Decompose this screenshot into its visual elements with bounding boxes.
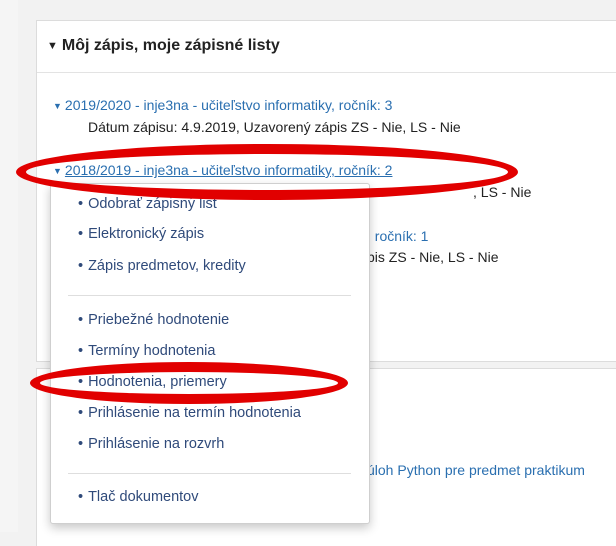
enrollment-detail: Dátum zápisu: 4.9.2019, Uzavorený zápis … bbox=[88, 119, 461, 135]
enrollment-entry[interactable]: ▼ 2018/2019 - inje3na - učiteľstvo inform… bbox=[53, 162, 392, 178]
enrollment-detail-partial: pis ZS - Nie, LS - Nie bbox=[367, 249, 499, 265]
bullet-icon: • bbox=[78, 196, 84, 212]
bullet-icon: • bbox=[78, 374, 84, 390]
bullet-icon: • bbox=[78, 343, 84, 359]
menu-item-odobrat-zapisny-list[interactable]: • Odobrať zápisný list bbox=[78, 196, 217, 212]
enrollment-dropdown-menu: • Odobrať zápisný list • Elektronický zápi… bbox=[50, 183, 370, 524]
enrollment-detail-partial: , LS - Nie bbox=[473, 184, 532, 200]
enrollment-entry[interactable]: ▼ 2019/2020 - inje3na - učiteľstvo inform… bbox=[53, 97, 392, 113]
menu-item-elektronicky-zapis[interactable]: • Elektronický zápis bbox=[78, 226, 204, 242]
enrollment-link-2018-2019[interactable]: 2018/2019 - inje3na - učiteľstvo informa… bbox=[65, 162, 393, 178]
menu-item-label: Hodnotenia, priemery bbox=[88, 374, 227, 390]
menu-divider bbox=[68, 473, 351, 474]
menu-item-hodnotenia-priemery[interactable]: • Hodnotenia, priemery bbox=[78, 374, 227, 390]
menu-item-label: Prihlásenie na termín hodnotenia bbox=[88, 405, 301, 421]
enrollment-link-2019-2020[interactable]: 2019/2020 - inje3na - učiteľstvo informa… bbox=[65, 97, 393, 113]
menu-item-label: Prihlásenie na rozvrh bbox=[88, 436, 225, 452]
enrollment-entry-partial[interactable]: , ročník: 1 bbox=[367, 228, 428, 244]
menu-item-label: Elektronický zápis bbox=[88, 226, 205, 242]
menu-item-label: Priebežné hodnotenie bbox=[88, 312, 230, 328]
menu-item-priebezne-hodnotenie[interactable]: • Priebežné hodnotenie bbox=[78, 312, 229, 328]
menu-item-terminy-hodnotenia[interactable]: • Termíny hodnotenia bbox=[78, 343, 215, 359]
left-sidebar-strip bbox=[0, 0, 18, 532]
menu-divider bbox=[68, 295, 351, 296]
bullet-icon: • bbox=[78, 489, 84, 505]
bullet-icon: • bbox=[78, 258, 84, 274]
expand-triangle-icon[interactable]: ▼ bbox=[53, 166, 62, 176]
menu-item-zapis-predmetov[interactable]: • Zápis predmetov, kredity bbox=[78, 258, 246, 274]
bullet-icon: • bbox=[78, 405, 84, 421]
menu-item-prihlasenie-na-rozvrh[interactable]: • Prihlásenie na rozvrh bbox=[78, 436, 224, 452]
bullet-icon: • bbox=[78, 312, 84, 328]
menu-item-prihlasenie-na-termin[interactable]: • Prihlásenie na termín hodnotenia bbox=[78, 405, 301, 421]
collapse-triangle-icon[interactable]: ▼ bbox=[47, 40, 58, 52]
expand-triangle-icon[interactable]: ▼ bbox=[53, 101, 62, 111]
enrollment-link-partial[interactable]: , ročník: 1 bbox=[367, 228, 428, 244]
bullet-icon: • bbox=[78, 436, 84, 452]
menu-item-label: Odobrať zápisný list bbox=[88, 196, 217, 212]
menu-item-label: Zápis predmetov, kredity bbox=[88, 258, 246, 274]
section-title: Môj zápis, moje zápisné listy bbox=[61, 37, 280, 54]
background-link-snippet[interactable]: úloh Python pre predmet praktikum bbox=[367, 462, 585, 478]
section-header[interactable]: ▼ Môj zápis, moje zápisné listy bbox=[37, 21, 616, 73]
bullet-icon: • bbox=[78, 226, 84, 242]
menu-item-label: Tlač dokumentov bbox=[88, 489, 199, 505]
menu-item-tlac-dokumentov[interactable]: • Tlač dokumentov bbox=[78, 489, 199, 505]
menu-item-label: Termíny hodnotenia bbox=[88, 343, 216, 359]
